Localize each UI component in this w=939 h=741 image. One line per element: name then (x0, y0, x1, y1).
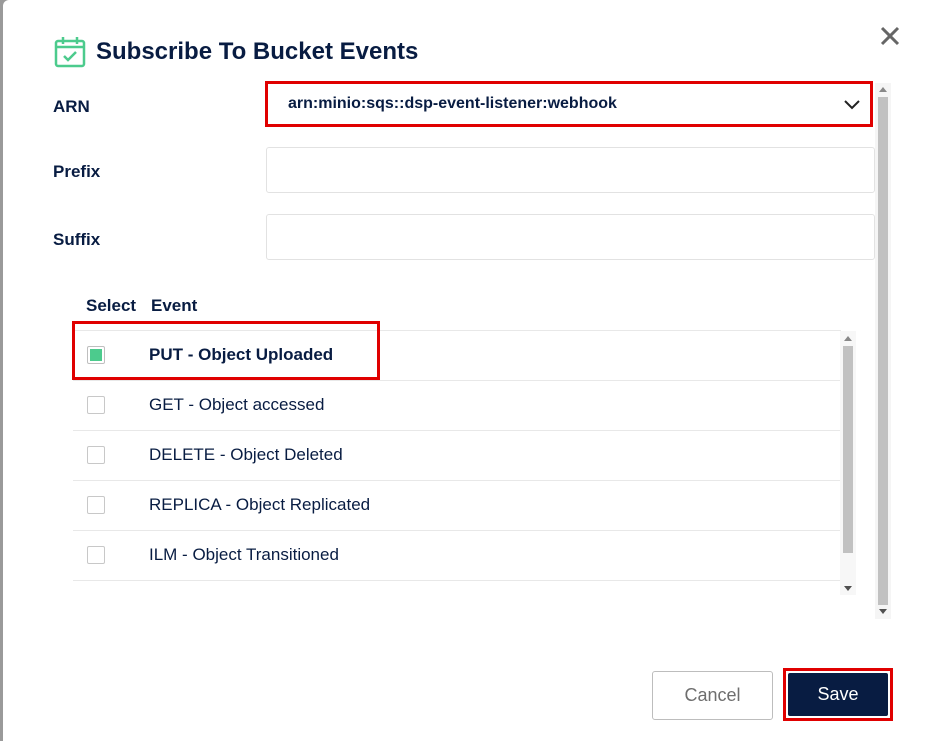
chevron-down-icon (844, 100, 860, 110)
arn-select[interactable]: arn:minio:sqs::dsp-event-listener:webhoo… (265, 81, 873, 127)
prefix-input[interactable] (266, 147, 875, 193)
event-checkbox-put[interactable] (87, 346, 105, 364)
select-column-header: Select (86, 296, 137, 315)
arn-label: ARN (53, 97, 90, 116)
events-scroll-up-icon[interactable] (844, 336, 852, 341)
arn-select-value: arn:minio:sqs::dsp-event-listener:webhoo… (288, 95, 617, 112)
suffix-input[interactable] (266, 214, 875, 260)
save-button-highlight: Save (783, 668, 893, 721)
close-icon[interactable] (876, 22, 904, 50)
calendar-check-icon (54, 37, 86, 68)
subscribe-dialog: Subscribe To Bucket Events ARN arn:minio… (3, 0, 939, 741)
prefix-label: Prefix (53, 162, 101, 181)
cancel-button[interactable]: Cancel (652, 671, 773, 720)
event-column-header: Event (151, 296, 198, 315)
events-scrollbar[interactable] (840, 331, 856, 595)
scroll-up-arrow-icon[interactable] (879, 87, 887, 92)
event-label-put: PUT - Object Uploaded (149, 345, 334, 364)
event-checkbox-get[interactable] (87, 396, 105, 414)
events-scroll-down-icon[interactable] (844, 586, 852, 591)
event-label-ilm: ILM - Object Transitioned (149, 545, 339, 564)
table-row[interactable]: DELETE - Object Deleted (73, 430, 841, 480)
table-row[interactable]: GET - Object accessed (73, 380, 841, 430)
event-label-delete: DELETE - Object Deleted (149, 445, 343, 464)
event-checkbox-delete[interactable] (87, 446, 105, 464)
form-scrollbar-thumb[interactable] (878, 97, 888, 605)
scroll-down-arrow-icon[interactable] (879, 609, 887, 614)
save-button[interactable]: Save (788, 673, 888, 716)
event-checkbox-ilm[interactable] (87, 546, 105, 564)
table-row[interactable]: REPLICA - Object Replicated (73, 480, 841, 530)
suffix-label: Suffix (53, 230, 101, 249)
event-checkbox-replica[interactable] (87, 496, 105, 514)
table-row[interactable]: ILM - Object Transitioned (73, 530, 841, 581)
events-scrollbar-thumb[interactable] (843, 346, 853, 553)
dialog-title: Subscribe To Bucket Events (96, 38, 419, 65)
table-row[interactable]: PUT - Object Uploaded (73, 330, 841, 380)
form-scrollbar[interactable] (875, 83, 891, 619)
event-label-replica: REPLICA - Object Replicated (149, 495, 371, 514)
events-table: PUT - Object Uploaded GET - Object acces… (73, 330, 841, 581)
dialog-header: Subscribe To Bucket Events (53, 34, 418, 70)
event-label-get: GET - Object accessed (149, 395, 325, 414)
